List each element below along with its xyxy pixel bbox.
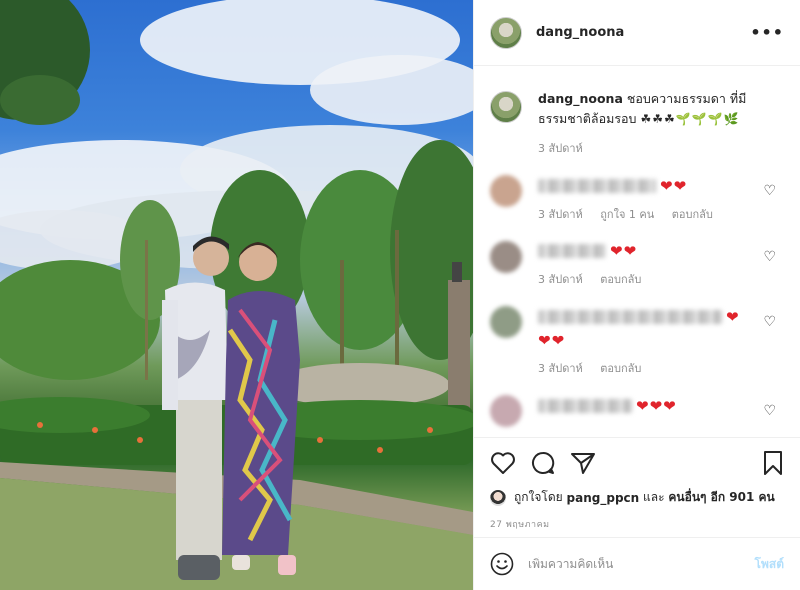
comments-list[interactable]: dang_noona ชอบความธรรมดา ที่มีธรรมชาติล้… [474, 67, 800, 437]
liker-username[interactable]: pang_ppcn [567, 491, 640, 505]
comment-bubble-icon[interactable] [530, 451, 556, 475]
comment-body: ❤❤ 3 สัปดาห์ ตอบกลับ [538, 241, 766, 289]
reply-button[interactable]: ตอบกลับ [672, 208, 713, 221]
caption-author-avatar[interactable] [490, 91, 522, 123]
caption-text: dang_noona ชอบความธรรมดา ที่มีธรรมชาติล้… [538, 89, 768, 129]
comment-meta: 3 สัปดาห์ ถูกใจ 1 คน ตอบกลับ [538, 205, 766, 223]
comment-body: ❤❤❤ [538, 395, 766, 427]
paper-plane-icon[interactable] [570, 451, 596, 475]
blurred-comment-text [538, 178, 656, 193]
comment-text: ❤❤❤ [538, 395, 766, 415]
likes-conjunction: และ [643, 490, 665, 504]
comment-like-heart-icon[interactable]: ♡ [763, 183, 776, 199]
photo-scene [0, 0, 473, 590]
post-header: dang_noona ••• [474, 0, 800, 66]
post-actions: ถูกใจโดย pang_ppcn และ คนอื่นๆ อีก 901 ค… [474, 437, 800, 537]
likes-others-count[interactable]: คนอื่นๆ อีก 901 คน [668, 488, 774, 507]
post-side-panel: dang_noona ••• dang_noona ชอบความธรรมดา … [473, 0, 800, 590]
comment-text: ❤❤ [538, 241, 766, 260]
comment-hearts: ❤❤❤ [636, 396, 677, 415]
comment-text-line2: ❤❤ [538, 330, 766, 349]
comment-like-heart-icon[interactable]: ♡ [763, 403, 776, 419]
post-caption: dang_noona ชอบความธรรมดา ที่มีธรรมชาติล้… [490, 89, 784, 157]
comment-meta: 3 สัปดาห์ ตอบกลับ [538, 359, 766, 377]
comment-hearts: ❤❤ [660, 176, 688, 195]
author-avatar[interactable] [490, 16, 522, 49]
blurred-comment-text [538, 244, 606, 258]
post-photo[interactable] [0, 0, 473, 590]
caption-body: dang_noona ชอบความธรรมดา ที่มีธรรมชาติล้… [538, 89, 768, 157]
bookmark-icon[interactable] [762, 450, 784, 476]
comment-body: ❤❤ 3 สัปดาห์ ถูกใจ 1 คน ตอบกลับ [538, 175, 766, 223]
comment-like-heart-icon[interactable]: ♡ [763, 249, 776, 265]
comment-meta: 3 สัปดาห์ ตอบกลับ [538, 270, 766, 288]
caption-time[interactable]: 3 สัปดาห์ [538, 142, 583, 155]
caption-username[interactable]: dang_noona [538, 91, 623, 106]
comment-hearts: ❤ [726, 307, 740, 326]
reply-button[interactable]: ตอบกลับ [600, 273, 641, 286]
comment-like-heart-icon[interactable]: ♡ [763, 314, 776, 330]
comment-item: ❤❤❤ ♡ [490, 395, 784, 427]
post-comment-button[interactable]: โพสต์ [755, 555, 784, 574]
commenter-avatar[interactable] [490, 395, 522, 427]
blurred-comment-text [538, 309, 722, 324]
caption-emoji: ☘☘☘🌱🌱🌱🌿 [640, 112, 740, 126]
smiley-icon[interactable] [490, 552, 514, 576]
comment-text: ❤❤ [538, 175, 766, 195]
likes-summary: ถูกใจโดย pang_ppcn และ คนอื่นๆ อีก 901 ค… [490, 488, 784, 507]
comment-input[interactable] [528, 557, 738, 571]
add-comment-bar: โพสต์ [474, 537, 800, 590]
heart-icon[interactable] [490, 451, 516, 475]
author-username[interactable]: dang_noona [536, 25, 624, 40]
liker-avatar[interactable] [490, 489, 506, 506]
blurred-comment-text [538, 398, 632, 413]
commenter-avatar[interactable] [490, 240, 522, 273]
more-options-icon[interactable]: ••• [750, 23, 784, 42]
reply-button[interactable]: ตอบกลับ [600, 362, 641, 375]
post-date[interactable]: 27 พฤษภาคม [490, 517, 784, 531]
comment-hearts-line2: ❤❤ [538, 331, 566, 349]
action-icon-row [490, 448, 784, 478]
comment-likes[interactable]: ถูกใจ 1 คน [600, 208, 654, 221]
commenter-avatar[interactable] [490, 175, 522, 207]
comment-item: ❤ ❤❤ 3 สัปดาห์ ตอบกลับ ♡ [490, 306, 784, 377]
likes-prefix: ถูกใจโดย [514, 490, 563, 504]
comment-hearts: ❤❤ [610, 242, 638, 260]
comment-time[interactable]: 3 สัปดาห์ [538, 208, 583, 221]
comment-item: ❤❤ 3 สัปดาห์ ตอบกลับ ♡ [490, 240, 784, 289]
commenter-avatar[interactable] [490, 306, 522, 338]
instagram-post: dang_noona ••• dang_noona ชอบความธรรมดา … [0, 0, 800, 590]
comment-item: ❤❤ 3 สัปดาห์ ถูกใจ 1 คน ตอบกลับ ♡ [490, 175, 784, 223]
comment-body: ❤ ❤❤ 3 สัปดาห์ ตอบกลับ [538, 306, 766, 377]
comment-time[interactable]: 3 สัปดาห์ [538, 273, 583, 286]
comment-time[interactable]: 3 สัปดาห์ [538, 362, 583, 375]
caption-meta: 3 สัปดาห์ [538, 139, 768, 157]
comment-text: ❤ [538, 306, 766, 326]
